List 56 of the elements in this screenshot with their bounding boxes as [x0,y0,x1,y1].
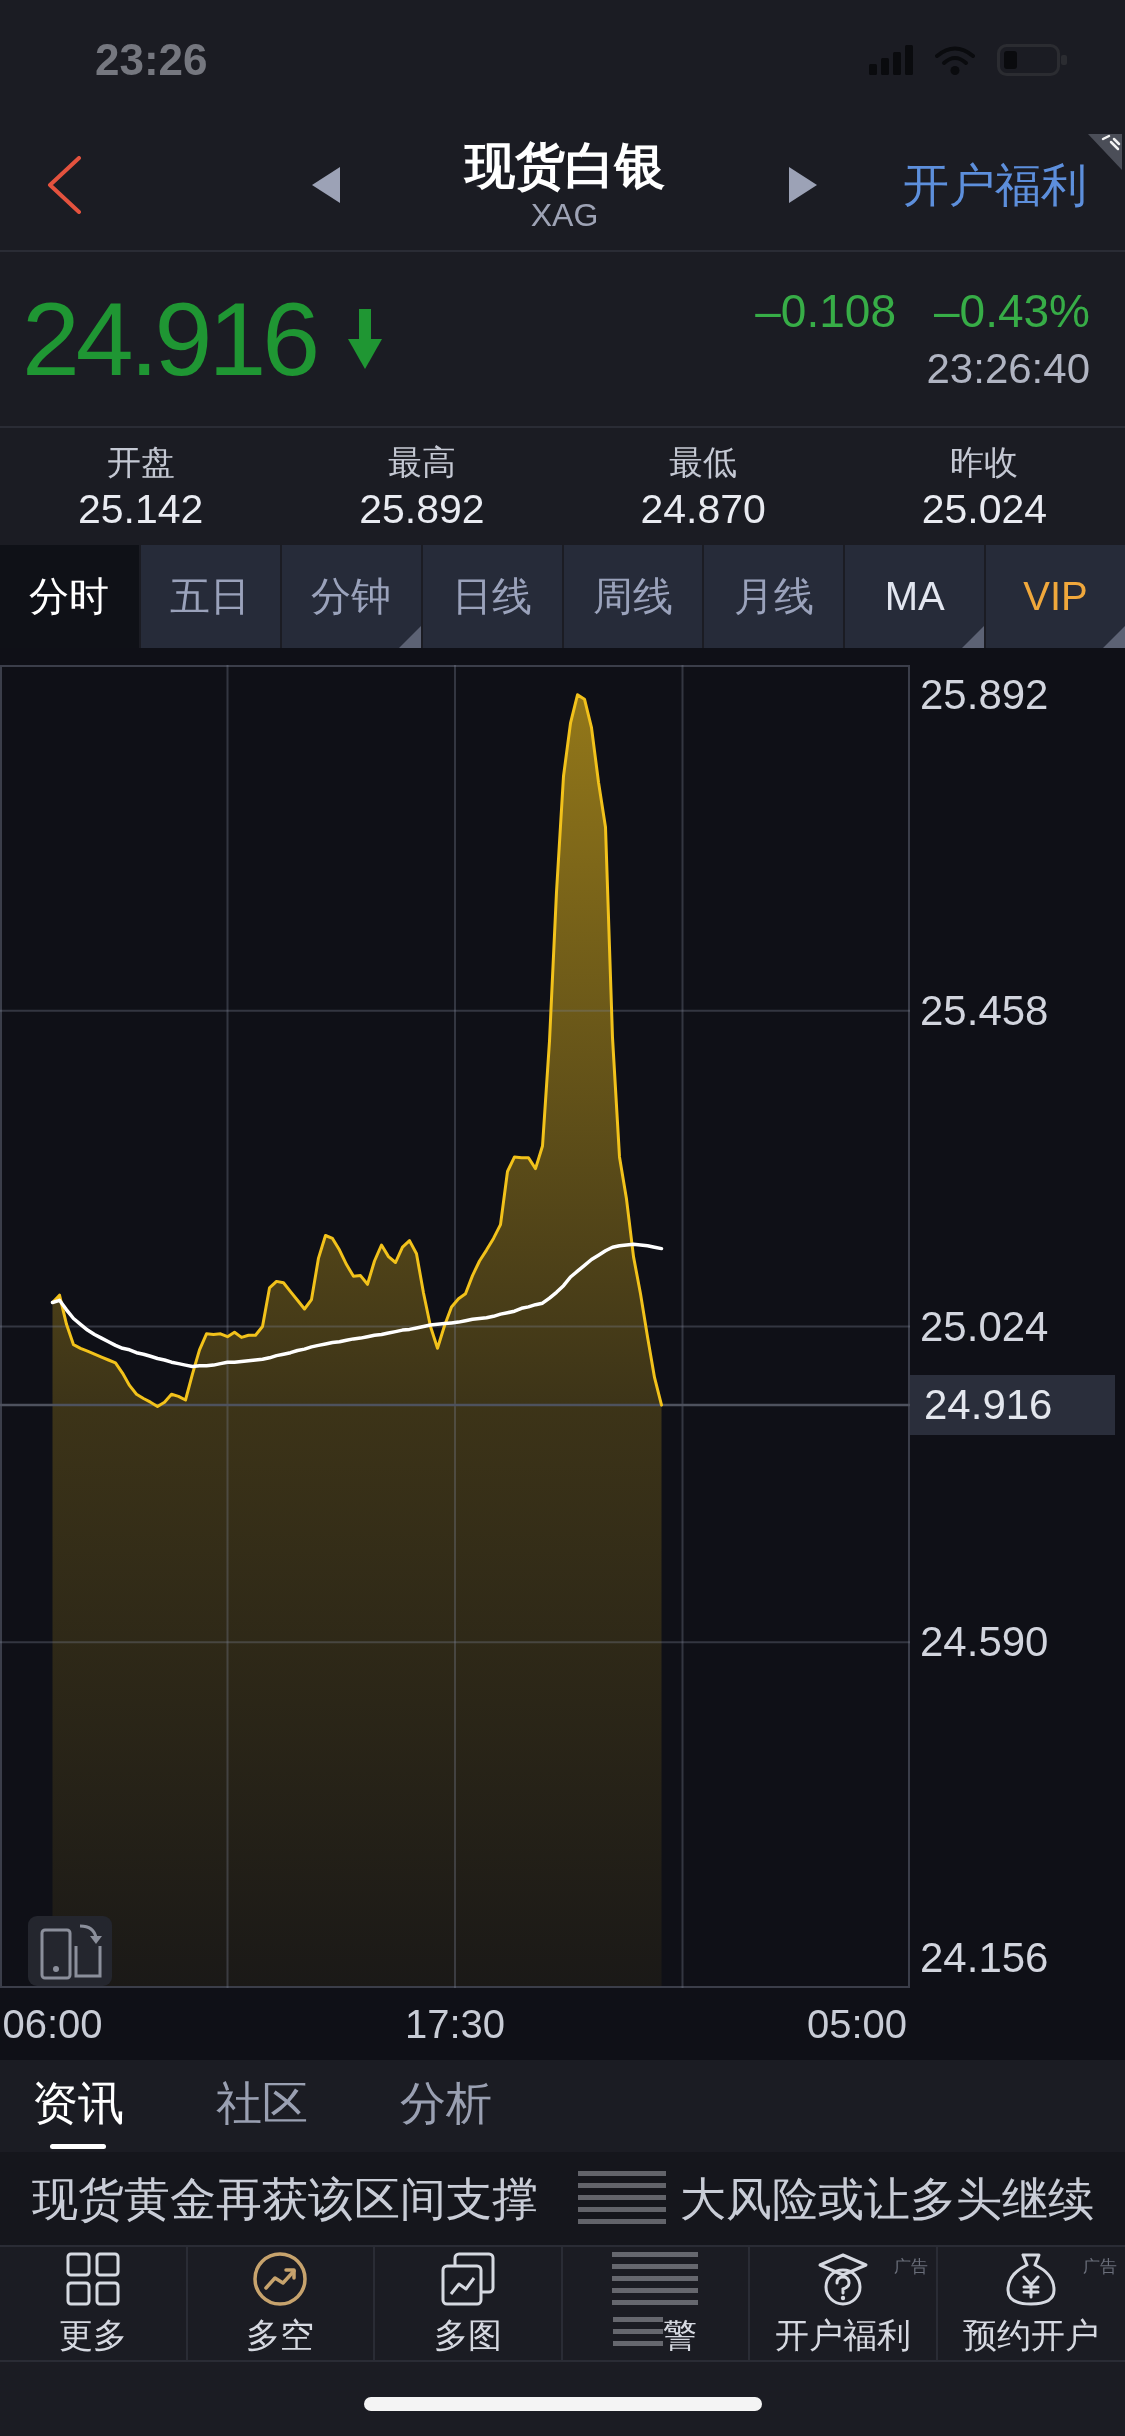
news-tab[interactable]: 社区 [216,2060,308,2152]
status-time: 23:26 [95,34,208,86]
stat-value: 25.892 [359,485,485,534]
last-price-tag: 24.916 [910,1375,1115,1436]
news-tab[interactable]: 分析 [400,2060,492,2152]
quote-time: 23:26:40 [926,344,1090,394]
period-tab[interactable]: 分钟 [281,545,421,648]
news-headline[interactable]: 大风险或让多头继续 [680,2170,1094,2227]
multi-chart-button[interactable]: 多图 [375,2247,561,2360]
news-tab[interactable]: 资讯 [32,2060,124,2152]
period-tab[interactable]: 月线 [704,545,844,648]
symbol-code: XAG [530,196,599,234]
period-tab[interactable]: VIP [986,545,1125,648]
trend-circle-icon [253,2251,308,2306]
news-headline[interactable]: 现货黄金再获该区间支撑 [32,2170,538,2227]
page-title: 现货白银 [464,137,665,196]
alert-button[interactable]: 警 [562,2247,748,2360]
dropdown-corner-icon[interactable] [1103,626,1125,648]
price-change: –0.108 [755,284,896,338]
price-axis-label: 25.024 [920,1301,1049,1352]
period-tab[interactable]: MA [845,545,985,648]
ad-label: 广告 [1083,2257,1117,2277]
stat-label: 开盘 [106,442,175,483]
dropdown-corner-icon[interactable] [398,626,421,648]
previous-triangle-icon[interactable] [312,167,340,203]
long-short-button[interactable]: 多空 [187,2247,373,2360]
stat-label: 昨收 [950,442,1019,483]
percent-change: –0.43% [934,284,1090,338]
rotate-screen-icon[interactable] [28,1916,112,1986]
corner-tag-icon [1088,134,1122,170]
stat-label: 最低 [669,442,738,483]
stat-value: 25.024 [921,485,1048,534]
grid-icon [65,2251,120,2306]
stat-value: 25.142 [77,485,204,534]
stat-label: 最高 [387,442,456,483]
back-icon[interactable] [46,156,82,214]
period-tab[interactable]: 分时 [0,545,139,648]
price-axis-label: 25.892 [920,669,1049,720]
time-axis-label: 17:30 [404,2001,506,2048]
next-triangle-icon[interactable] [789,167,817,203]
period-tab[interactable]: 周线 [563,545,703,648]
dropdown-corner-icon[interactable] [962,626,985,648]
time-axis-label: 06:00 [2,2001,103,2048]
time-axis-label: 05:00 [806,2001,907,2048]
stat-value: 24.870 [640,485,766,534]
price-axis-label: 24.590 [920,1617,1049,1668]
last-price: 24.916 [22,283,317,395]
battery-icon [997,44,1067,76]
price-axis-label: 24.156 [920,1933,1049,1984]
more-button[interactable]: 更多 [0,2247,186,2360]
ad-label: 广告 [893,2257,928,2277]
open-account-link[interactable]: 开户福利 [903,157,1087,213]
chart-windows-icon [440,2251,495,2306]
price-axis-label: 25.458 [920,985,1049,1036]
period-tab[interactable]: 日线 [422,545,562,648]
period-tab[interactable]: 五日 [140,545,280,648]
